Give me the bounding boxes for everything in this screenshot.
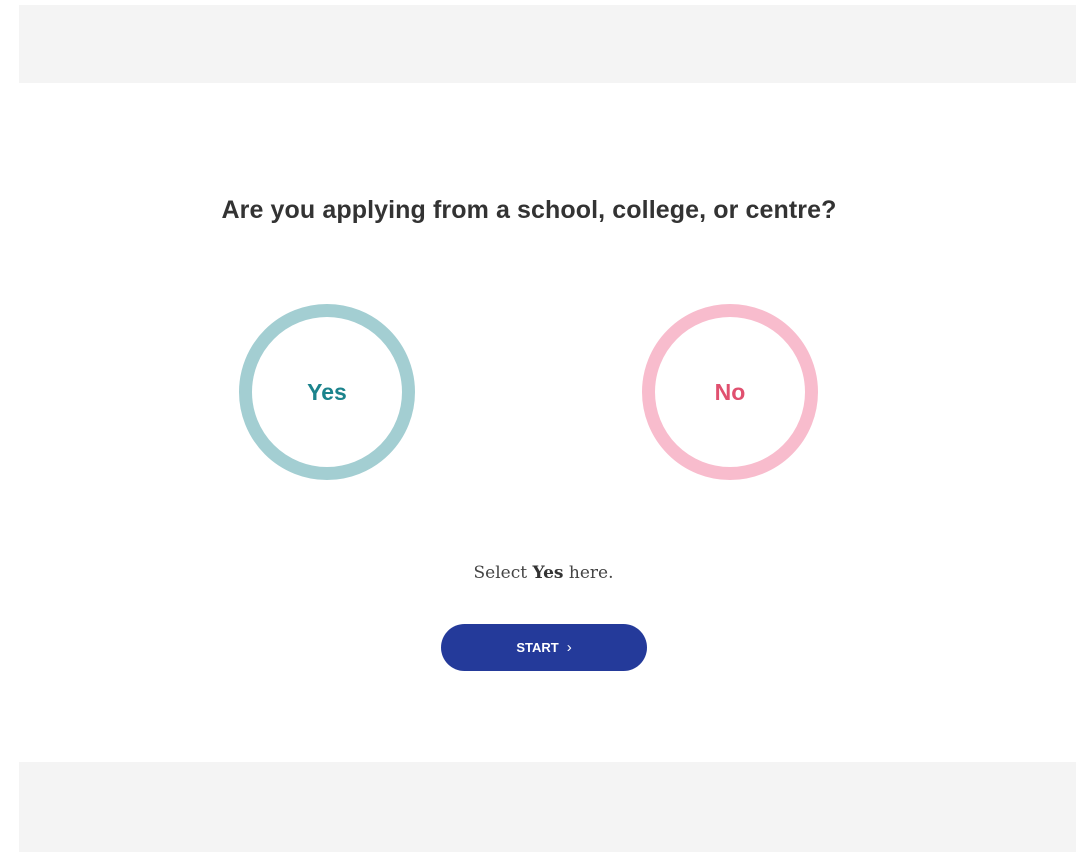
start-button-label: START: [516, 640, 559, 655]
instruction-text: Select Yes here.: [0, 563, 1084, 583]
footer-band: [19, 762, 1076, 852]
instruction-suffix: here.: [563, 563, 614, 583]
no-option[interactable]: No: [642, 304, 818, 480]
page-question: Are you applying from a school, college,…: [221, 196, 837, 224]
instruction-emphasis: Yes: [532, 563, 564, 583]
yes-option[interactable]: Yes: [239, 304, 415, 480]
no-option-label: No: [714, 378, 746, 405]
yes-option-label: Yes: [307, 378, 347, 405]
instruction-prefix: Select: [473, 563, 533, 583]
start-button[interactable]: START ›: [441, 624, 647, 671]
header-band: [19, 5, 1076, 83]
chevron-right-icon: ›: [566, 639, 572, 656]
